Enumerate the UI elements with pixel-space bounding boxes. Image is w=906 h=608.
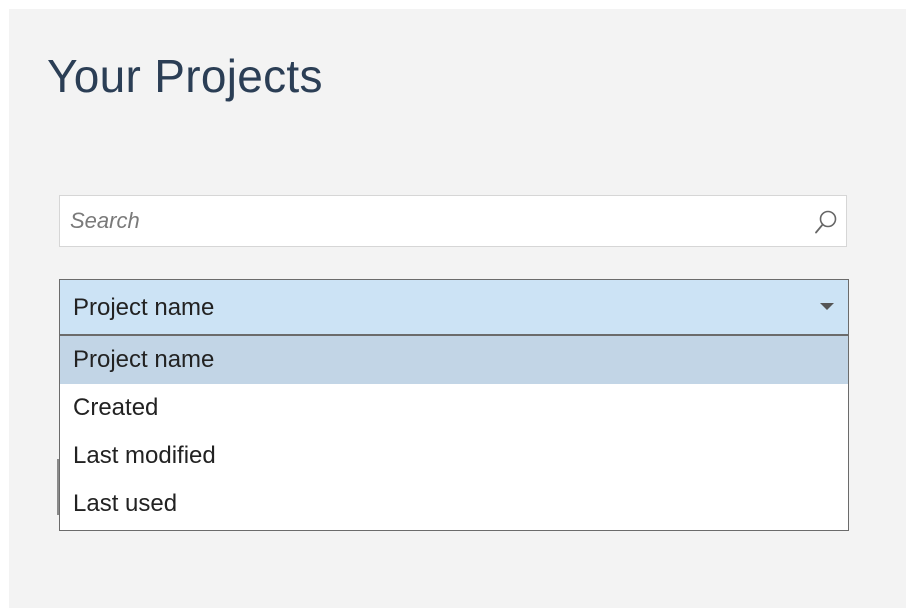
search-icon[interactable] — [814, 209, 838, 235]
sort-option-last-modified[interactable]: Last modified — [60, 432, 848, 480]
projects-panel: Your Projects Project name Project name … — [9, 9, 906, 608]
sort-option-created[interactable]: Created — [60, 384, 848, 432]
sort-options-list: Project name Created Last modified Last … — [59, 335, 849, 531]
sort-by-select[interactable]: Project name — [59, 279, 849, 335]
sort-select-value: Project name — [73, 294, 215, 321]
chevron-down-icon[interactable] — [820, 303, 834, 310]
sort-option-project-name[interactable]: Project name — [60, 336, 848, 384]
page-title: Your Projects — [47, 50, 323, 102]
sort-option-last-used[interactable]: Last used — [60, 480, 848, 528]
search-input[interactable] — [70, 196, 790, 246]
search-box[interactable] — [59, 195, 847, 247]
